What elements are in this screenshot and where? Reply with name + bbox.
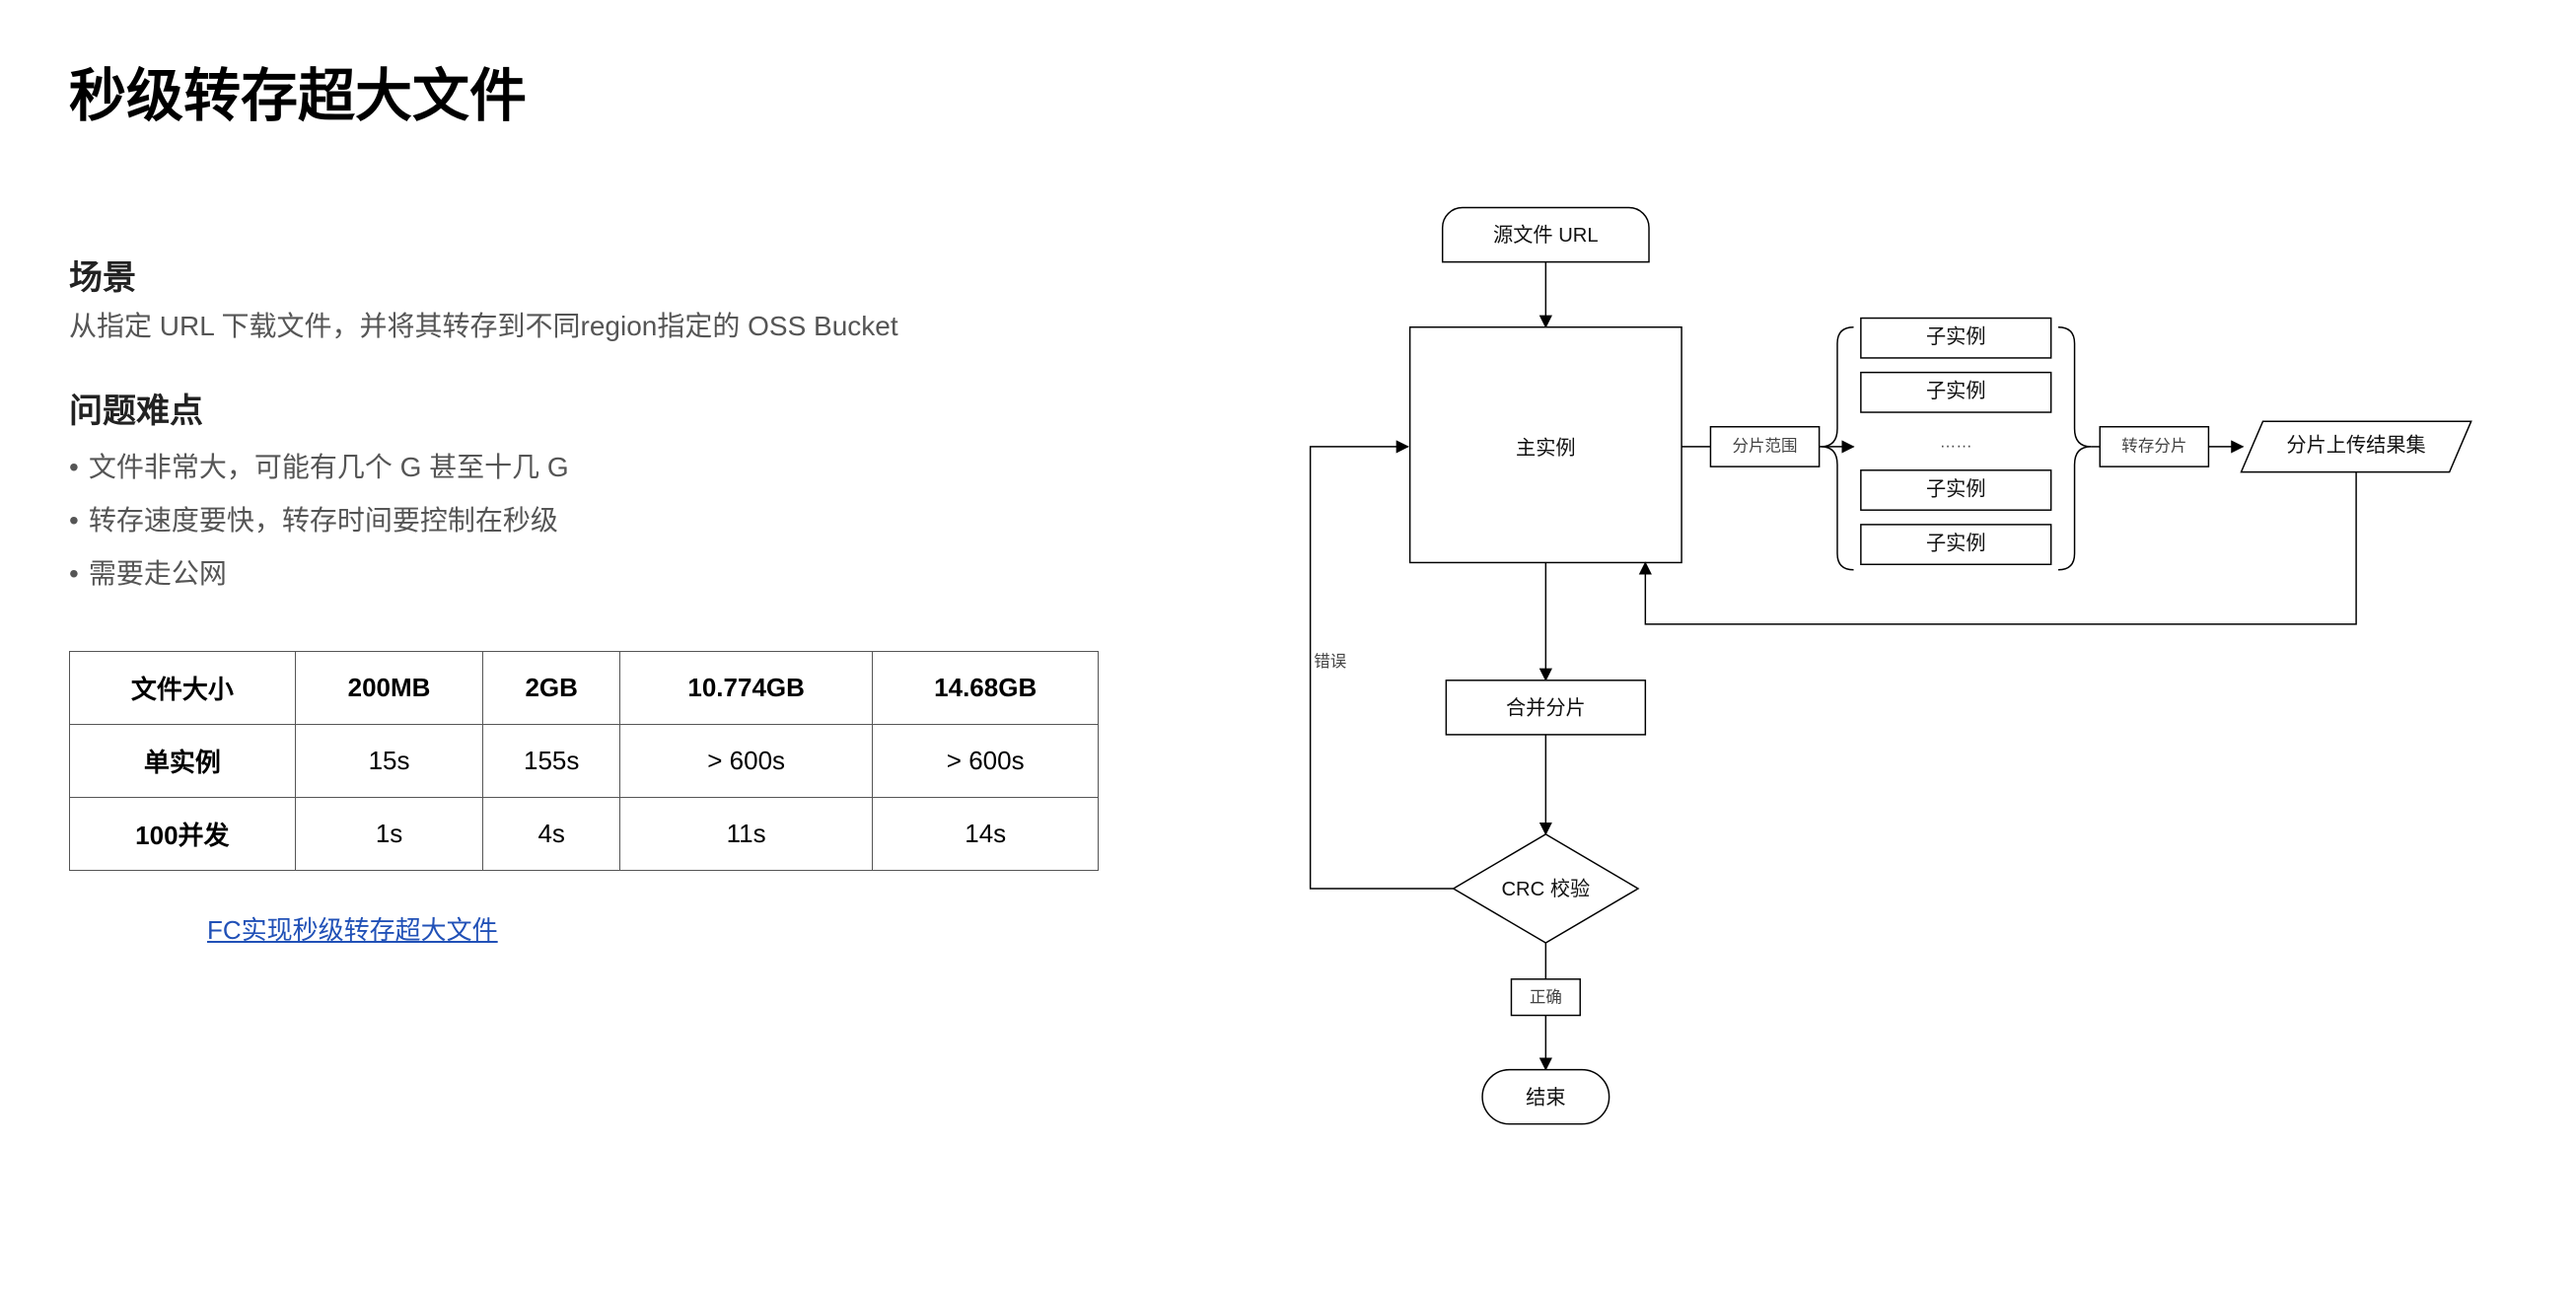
node-sub-instance-2: 子实例 [1860,373,2050,412]
table-cell: 15s [295,725,483,798]
node-shard-range: 分片范围 [1710,427,1819,466]
difficulty-heading: 问题难点 [69,384,1240,432]
table-row: 100并发 1s 4s 11s 14s [70,798,1099,871]
table-header: 14.68GB [873,652,1099,725]
difficulty-item: 需要走公网 [69,552,1240,592]
scenario-desc: 从指定 URL 下载文件，并将其转存到不同region指定的 OSS Bucke… [69,305,1240,344]
difficulty-item: 转存速度要快，转存时间要控制在秒级 [69,499,1240,538]
node-main-instance: 主实例 [1409,327,1681,563]
table-header: 200MB [295,652,483,725]
node-source-url: 源文件 URL [1442,208,1648,262]
label-sub-instance: 子实例 [1926,477,1986,500]
table-cell: > 600s [873,725,1099,798]
slide-root: 秒级转存超大文件 场景 从指定 URL 下载文件，并将其转存到不同region指… [0,0,2576,1290]
label-sub-instance: 子实例 [1926,380,1986,402]
label-merge: 合并分片 [1506,697,1586,720]
table-header: 文件大小 [70,652,296,725]
scenario-heading: 场景 [69,251,1240,299]
node-end: 结束 [1482,1070,1610,1124]
label-error: 错误 [1314,652,1346,671]
label-sub-instance: 子实例 [1926,325,1986,348]
table-cell: 1s [295,798,483,871]
label-sub-instance: 子实例 [1926,532,1986,554]
label-ellipsis: …… [1939,433,1971,452]
page-title: 秒级转存超大文件 [69,49,2507,132]
label-store-shard: 转存分片 [2121,436,2186,455]
table-cell: 155s [483,725,620,798]
reference-link[interactable]: FC实现秒级转存超大文件 [207,910,1240,947]
node-upload-result: 分片上传结果集 [2241,421,2470,471]
table-rowhead: 100并发 [70,798,296,871]
right-column: .box { fill:#fff; stroke:#000; stroke-wi… [1240,191,2507,1247]
table-cell: 14s [873,798,1099,871]
table-cell: 4s [483,798,620,871]
node-correct: 正确 [1511,979,1580,1016]
node-merge: 合并分片 [1446,681,1645,735]
label-source-url: 源文件 URL [1493,224,1599,247]
content-row: 场景 从指定 URL 下载文件，并将其转存到不同region指定的 OSS Bu… [69,191,2507,1247]
flowchart-svg: .box { fill:#fff; stroke:#000; stroke-wi… [1240,191,2507,1242]
node-store-shard: 转存分片 [2100,427,2208,466]
left-column: 场景 从指定 URL 下载文件，并将其转存到不同region指定的 OSS Bu… [69,191,1240,1247]
table-cell: 11s [620,798,873,871]
perf-table: 文件大小 200MB 2GB 10.774GB 14.68GB 单实例 15s … [69,651,1099,871]
label-upload-result: 分片上传结果集 [2286,434,2425,457]
label-shard-range: 分片范围 [1732,436,1797,455]
table-cell: > 600s [620,725,873,798]
label-end: 结束 [1526,1086,1565,1109]
node-sub-instance-3: 子实例 [1860,470,2050,510]
difficulty-item: 文件非常大，可能有几个 G 甚至十几 G [69,446,1240,485]
node-sub-instance-1: 子实例 [1860,319,2050,358]
label-correct: 正确 [1529,987,1561,1006]
table-header-row: 文件大小 200MB 2GB 10.774GB 14.68GB [70,652,1099,725]
table-row: 单实例 15s 155s > 600s > 600s [70,725,1099,798]
difficulty-list: 文件非常大，可能有几个 G 甚至十几 G 转存速度要快，转存时间要控制在秒级 需… [69,446,1240,592]
node-crc: CRC 校验 [1453,834,1637,943]
table-header: 2GB [483,652,620,725]
label-crc: CRC 校验 [1501,878,1590,900]
node-sub-instance-4: 子实例 [1860,525,2050,564]
label-main-instance: 主实例 [1516,437,1576,460]
table-header: 10.774GB [620,652,873,725]
table-rowhead: 单实例 [70,725,296,798]
